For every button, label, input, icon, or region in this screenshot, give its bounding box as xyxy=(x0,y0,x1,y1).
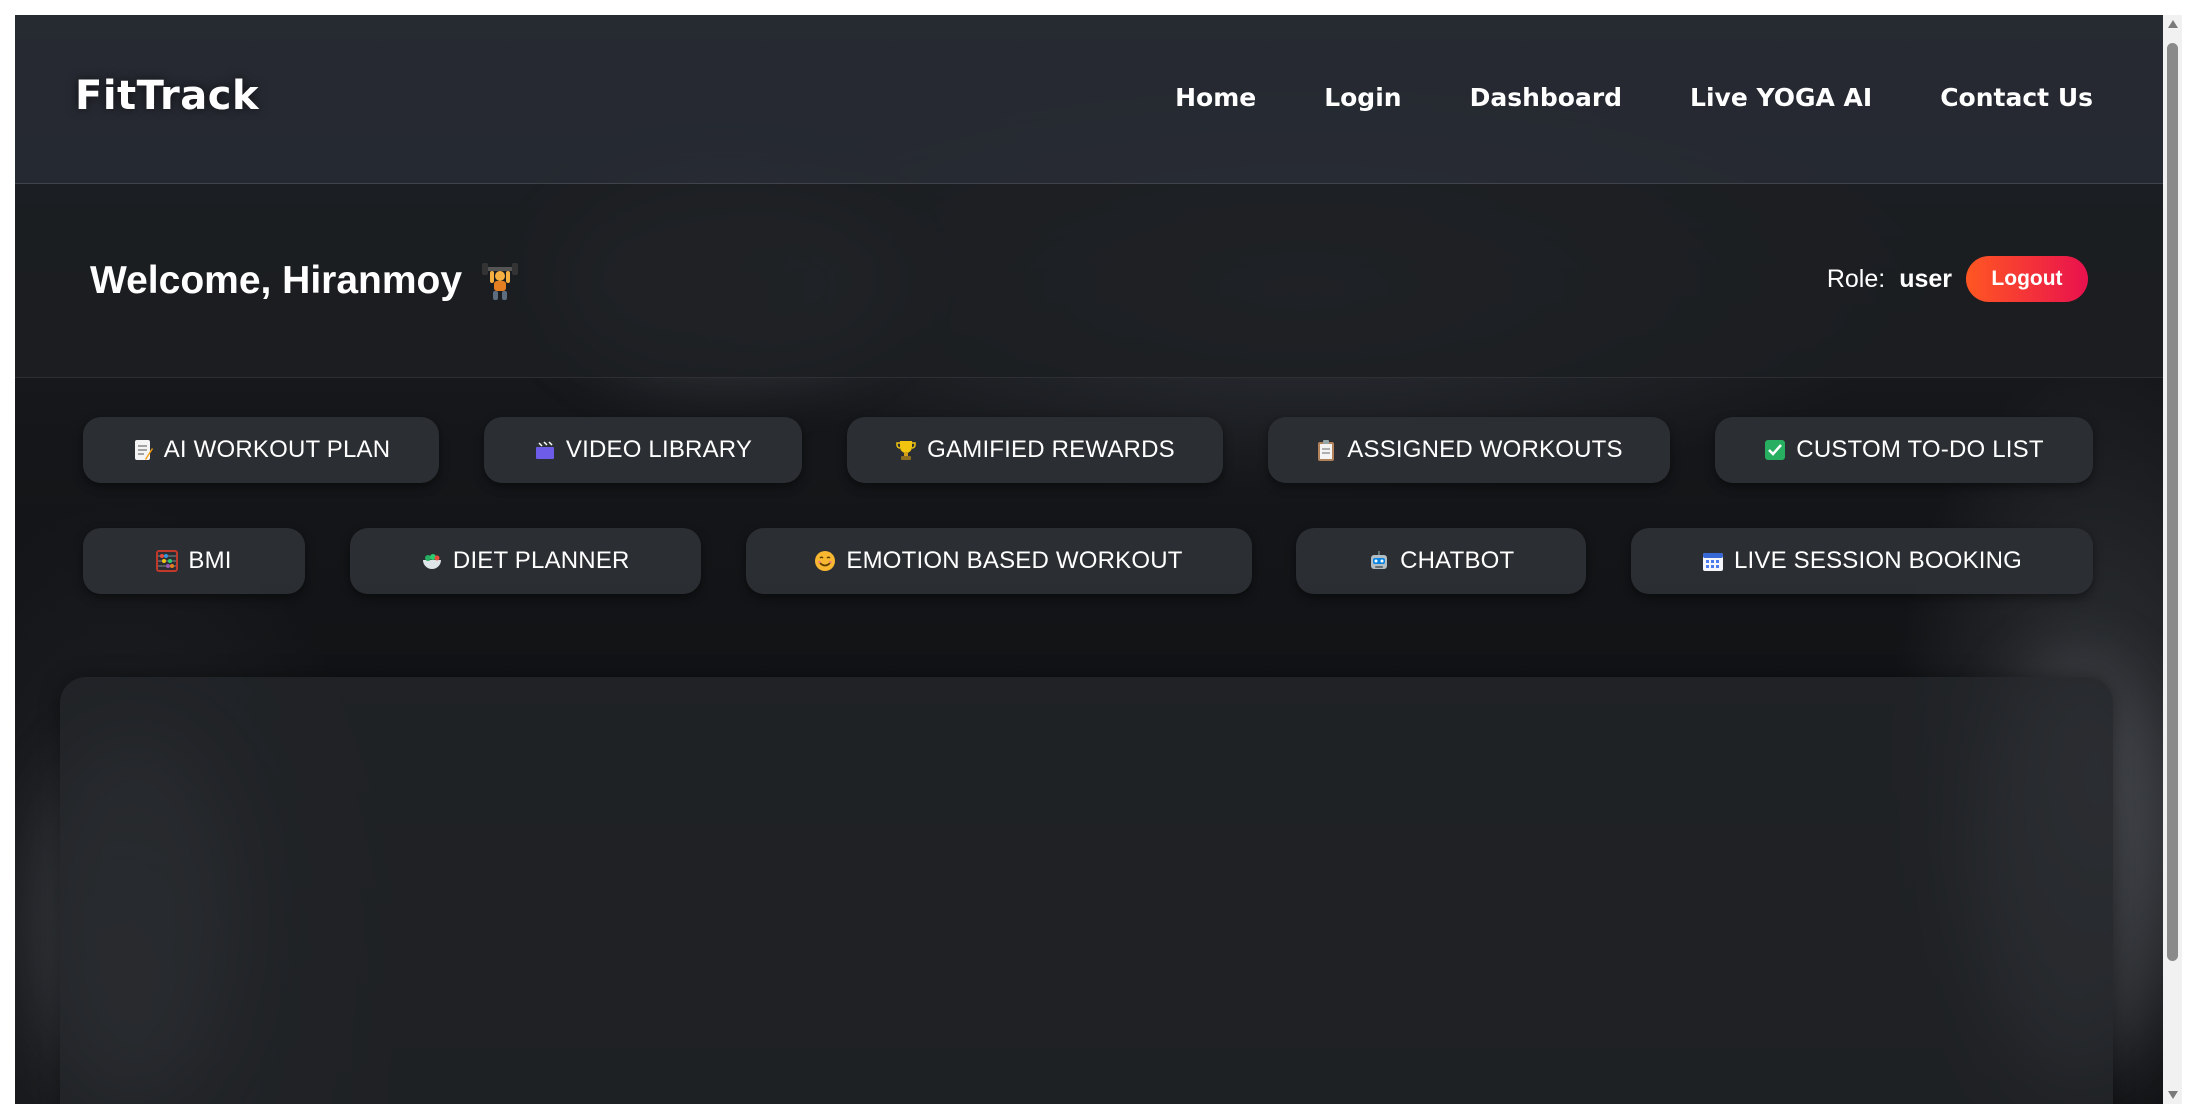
custom-todo-list-button[interactable]: CUSTOM TO-DO LIST xyxy=(1715,417,2093,483)
pill-label: AI WORKOUT PLAN xyxy=(163,436,391,463)
smiley-icon xyxy=(814,550,836,572)
salad-icon xyxy=(421,550,443,572)
nav-link-dashboard[interactable]: Dashboard xyxy=(1470,83,1622,112)
pill-label: EMOTION BASED WORKOUT xyxy=(846,547,1183,574)
scroll-up-icon[interactable] xyxy=(2168,20,2178,28)
video-library-button[interactable]: VIDEO LIBRARY xyxy=(484,417,802,483)
logout-button[interactable]: Logout xyxy=(1966,256,2088,302)
nav-links: Home Login Dashboard Live YOGA AI Contac… xyxy=(1175,83,2093,112)
role-label: Role: xyxy=(1826,264,1886,293)
nav-link-contact-us[interactable]: Contact Us xyxy=(1940,83,2093,112)
chatbot-button[interactable]: CHATBOT xyxy=(1296,528,1587,594)
pill-label: GAMIFIED REWARDS xyxy=(927,436,1175,463)
dashboard-header: Welcome, Hiranmoy Role: user Logout xyxy=(15,184,2163,378)
brand-logo[interactable]: FitTrack xyxy=(75,73,259,119)
emotion-based-workout-button[interactable]: EMOTION BASED WORKOUT xyxy=(745,528,1252,594)
pill-label: DIET PLANNER xyxy=(452,547,630,574)
robot-icon xyxy=(1368,550,1390,572)
pill-label: LIVE SESSION BOOKING xyxy=(1733,547,2023,574)
top-navbar: FitTrack Home Login Dashboard Live YOGA … xyxy=(15,15,2163,184)
feature-row-2: BMI DIET PLANNER EMOTION BASED WORKOUT C… xyxy=(83,528,2093,594)
nav-link-login[interactable]: Login xyxy=(1324,83,1401,112)
abacus-icon xyxy=(156,550,179,572)
bmi-button[interactable]: BMI xyxy=(83,528,305,594)
page-viewport: FitTrack Home Login Dashboard Live YOGA … xyxy=(15,15,2163,1104)
scrollbar-thumb[interactable] xyxy=(2167,43,2178,961)
pill-label: ASSIGNED WORKOUTS xyxy=(1347,436,1623,463)
pill-label: VIDEO LIBRARY xyxy=(565,436,753,463)
live-session-booking-button[interactable]: LIVE SESSION BOOKING xyxy=(1631,528,2093,594)
calendar-icon xyxy=(1702,550,1724,572)
diet-planner-button[interactable]: DIET PLANNER xyxy=(349,528,701,594)
clapperboard-icon xyxy=(534,439,556,461)
weightlifter-icon xyxy=(480,261,520,301)
content-panel xyxy=(60,677,2113,1104)
nav-link-home[interactable]: Home xyxy=(1175,83,1256,112)
memo-icon xyxy=(132,439,154,461)
scroll-down-icon[interactable] xyxy=(2168,1091,2178,1099)
gamified-rewards-button[interactable]: GAMIFIED REWARDS xyxy=(847,417,1223,483)
trophy-icon xyxy=(895,439,917,461)
clipboard-icon xyxy=(1315,439,1337,461)
welcome-text: Welcome, Hiranmoy xyxy=(90,259,463,302)
checkmark-icon xyxy=(1764,439,1786,461)
ai-workout-plan-button[interactable]: AI WORKOUT PLAN xyxy=(83,417,439,483)
welcome-heading: Welcome, Hiranmoy xyxy=(90,259,520,303)
vertical-scrollbar[interactable] xyxy=(2163,15,2182,1104)
pill-label: CUSTOM TO-DO LIST xyxy=(1796,436,2044,463)
pill-label: CHATBOT xyxy=(1400,547,1515,574)
feature-row-1: AI WORKOUT PLAN VIDEO LIBRARY GAMIFIED R… xyxy=(83,417,2093,483)
role-value: user xyxy=(1899,264,1952,293)
role-area: Role: user Logout xyxy=(1827,256,2088,302)
pill-label: BMI xyxy=(188,547,232,574)
nav-link-live-yoga-ai[interactable]: Live YOGA AI xyxy=(1690,83,1872,112)
assigned-workouts-button[interactable]: ASSIGNED WORKOUTS xyxy=(1268,417,1670,483)
